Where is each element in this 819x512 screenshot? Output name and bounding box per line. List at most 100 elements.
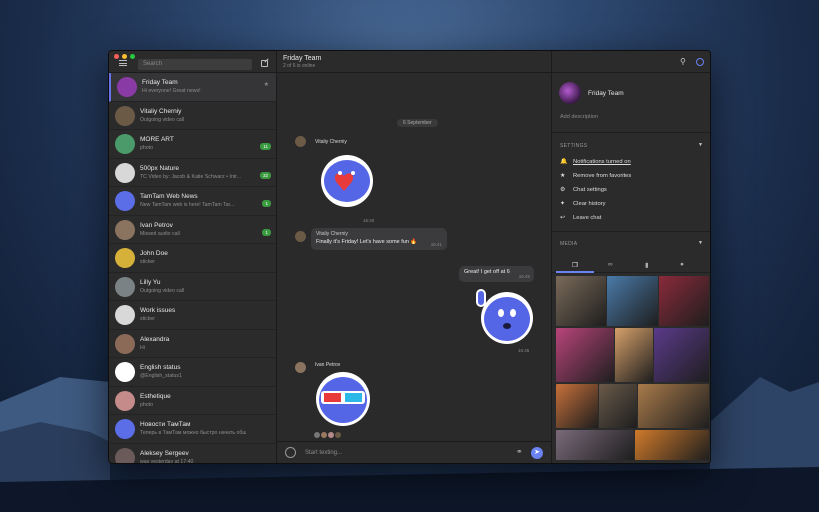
chat-preview: Outgoing video call [140, 287, 185, 294]
info-header: ⚲ [552, 51, 710, 73]
media-thumbnail[interactable] [556, 328, 614, 382]
chat-panel: Friday Team 2 of 6 is online 6 September… [277, 51, 551, 463]
avatar [115, 105, 135, 126]
chat-preview: TC Video by: Jacob & Katie Schwarz • Int… [140, 173, 241, 180]
avatar [115, 162, 135, 183]
avatar [115, 447, 135, 463]
media-thumbnail[interactable] [659, 276, 709, 326]
chevron-down-icon[interactable]: ▼ [698, 240, 703, 246]
chat-list-item[interactable]: Новости ТамТам Теперь в ТамТам можно быст… [109, 415, 276, 444]
tab-audio-icon[interactable]: ● [680, 261, 684, 268]
chat-name: English status [140, 364, 181, 371]
message-input[interactable]: Start texting... [305, 450, 342, 456]
composer: Start texting... ⚭ ➤ [277, 441, 551, 463]
info-icon[interactable] [696, 58, 704, 66]
chat-list-item[interactable]: John Doe sticker [109, 244, 276, 273]
emoji-icon[interactable] [285, 447, 296, 458]
chat-preview: Теперь в ТамТам можно быстро начать обща… [140, 430, 246, 436]
media-thumbnail[interactable] [556, 276, 606, 326]
media-thumbnail[interactable] [635, 430, 709, 460]
group-avatar[interactable] [559, 82, 581, 104]
compose-icon[interactable] [261, 60, 268, 67]
media-thumbnail[interactable] [599, 384, 637, 428]
chat-preview: photo [140, 401, 153, 408]
chat-settings-item[interactable]: ⚙ Chat settings [560, 186, 607, 194]
chevron-down-icon[interactable]: ▼ [698, 142, 703, 148]
send-button[interactable]: ➤ [531, 447, 543, 459]
add-description-field[interactable]: Add description [560, 114, 598, 120]
media-thumbnail[interactable] [607, 276, 658, 326]
message-time: 16:41 [430, 242, 442, 247]
media-thumbnail[interactable] [556, 430, 634, 460]
tab-photos-icon[interactable]: ❐ [572, 261, 578, 269]
message-text: Great! I get off at 6 [464, 269, 510, 275]
media-thumbnail[interactable] [556, 384, 598, 428]
chat-list-item[interactable]: Aleksey Sergeev was yesterday at 17:40 [109, 444, 276, 464]
app-window: Search Friday Team Hi everyone! Great new… [108, 50, 711, 464]
media-section-label: MEDIA [560, 241, 578, 247]
chat-list-item[interactable]: Lilly Yu Outgoing video call [109, 273, 276, 301]
avatar [115, 305, 135, 325]
chat-list-item[interactable]: Ivan Petrov Missed audio call 1 [109, 216, 276, 244]
chat-name: Alexandra [140, 335, 170, 343]
reactions-row[interactable] [314, 432, 341, 438]
chat-list-item[interactable]: Friday Team Hi everyone! Great news! ★ [109, 73, 276, 102]
message-bubble[interactable]: Vitaliy Cherniy Finally it's Friday! Let… [311, 228, 447, 250]
avatar[interactable] [295, 362, 306, 373]
avatar[interactable] [295, 136, 306, 147]
chat-preview: photo [140, 145, 153, 151]
avatar [115, 276, 135, 297]
chat-list-item[interactable]: Vitaliy Cherniy Outgoing video call [109, 102, 276, 130]
clear-history-label: Clear history [573, 200, 606, 207]
remove-favorites-item[interactable]: ★ Remove from favorites [560, 172, 631, 180]
media-thumbnail[interactable] [654, 328, 709, 382]
minimize-window-button[interactable] [122, 54, 127, 59]
notifications-toggle[interactable]: 🔔 Notifications turned on [560, 158, 631, 166]
media-thumbnail[interactable] [638, 384, 709, 428]
sticker-wave[interactable] [471, 286, 537, 346]
search-icon[interactable]: ⚲ [680, 57, 686, 66]
exit-icon: ↩ [560, 215, 566, 221]
chat-list-item[interactable]: Esthetique photo [109, 387, 276, 415]
tab-links-icon[interactable]: ∞ [608, 261, 613, 268]
chat-subtitle: 2 of 6 is online [283, 63, 316, 69]
message-sender: Ivan Petrov [315, 362, 341, 368]
chat-list-item[interactable]: Work issues sticker [109, 301, 276, 330]
leave-chat-label: Leave chat [573, 214, 602, 221]
chat-name: John Doe [140, 250, 168, 257]
media-thumbnail[interactable] [615, 328, 653, 382]
chat-list-item[interactable]: 500px Nature TC Video by: Jacob & Katie S… [109, 159, 276, 187]
message-sender: Vitaliy Cherniy [315, 139, 347, 145]
avatar [115, 419, 135, 439]
avatar [115, 362, 135, 382]
chat-name: Work issues [140, 307, 176, 314]
sticker-3d-glasses[interactable] [313, 369, 373, 429]
menu-icon[interactable] [119, 60, 127, 66]
clear-history-item[interactable]: ✦ Clear history [560, 200, 606, 208]
chat-list-item[interactable]: English status @English_status1 [109, 358, 276, 387]
chat-preview: was yesterday at 17:40 [140, 458, 194, 464]
chat-preview: New TamTam web is here! TamTam Tar... [140, 202, 235, 208]
zoom-window-button[interactable] [130, 54, 135, 59]
unread-badge: 32 [259, 171, 271, 179]
attach-icon[interactable]: ⚭ [516, 447, 523, 456]
chat-list-item[interactable]: Alexandra Hi [109, 330, 276, 358]
chat-header: Friday Team 2 of 6 is online [277, 51, 551, 73]
pin-icon[interactable]: ★ [264, 81, 269, 88]
reaction-avatar [314, 432, 320, 438]
search-input[interactable]: Search [138, 59, 252, 70]
star-icon: ★ [560, 173, 566, 179]
avatar[interactable] [295, 231, 306, 242]
chat-list-item[interactable]: TamTam Web News New TamTam web is here! T… [109, 187, 276, 216]
message-bubble-outgoing[interactable]: Great! I get off at 6 16:45 [459, 266, 534, 282]
active-tab-indicator [556, 271, 594, 273]
sticker-heart[interactable] [317, 153, 377, 213]
chat-list-item[interactable]: MORE ART photo 11 [109, 130, 276, 159]
divider [552, 231, 710, 232]
leave-chat-item[interactable]: ↩ Leave chat [560, 214, 602, 222]
tab-files-icon[interactable]: ▮ [645, 261, 649, 269]
close-window-button[interactable] [114, 54, 119, 59]
chat-preview: sticker [140, 316, 155, 322]
unread-badge: 1 [262, 228, 271, 236]
chat-name: Vitaliy Cherniy [140, 107, 182, 115]
